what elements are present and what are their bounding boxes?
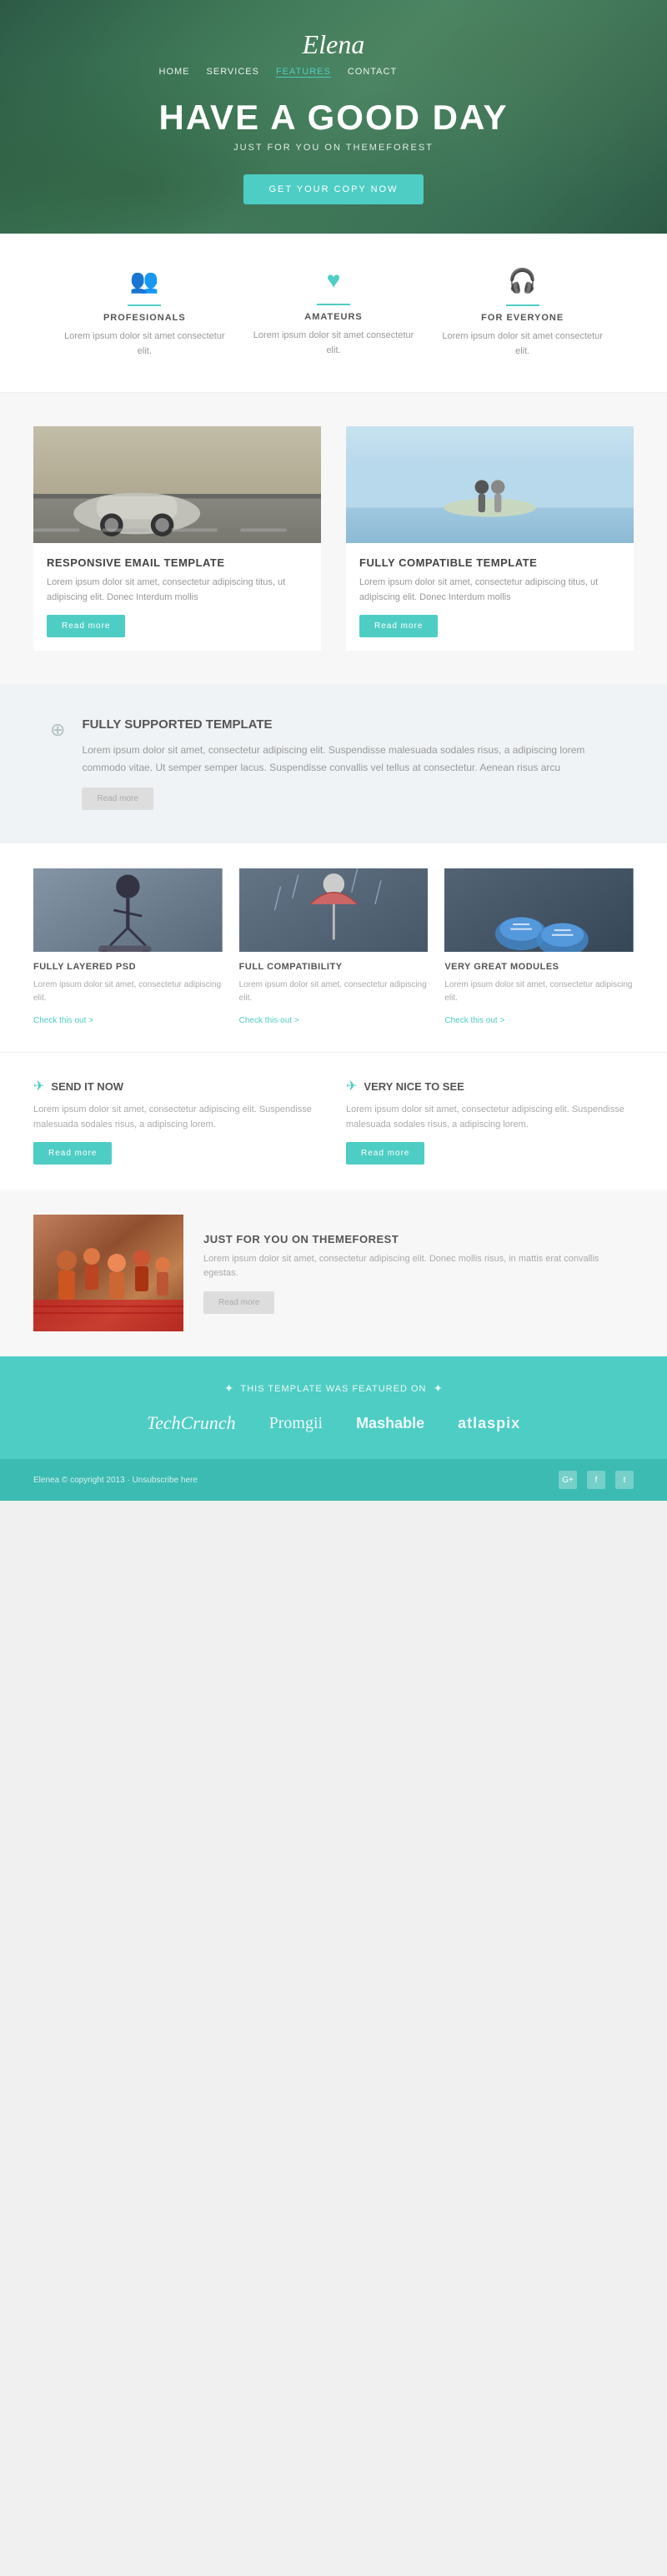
nice-read-more[interactable]: Read more xyxy=(346,1142,424,1165)
full-feature-read-more[interactable]: Read more xyxy=(82,787,153,810)
promgii-logo: Promgii xyxy=(269,1414,323,1433)
feature-amateurs: ♥ AMATEURS Lorem ipsum dolor sit amet co… xyxy=(239,267,429,359)
featured-logos: TechCrunch Promgii Mashable atlaspix xyxy=(33,1412,634,1434)
feature-title-everyone: FOR EVERYONE xyxy=(440,313,604,323)
col1-link[interactable]: Check this out > xyxy=(33,1016,93,1025)
everyone-icon: 🎧 xyxy=(440,267,604,294)
two-text-section: ✈ SEND IT NOW Lorem ipsum dolor sit amet… xyxy=(0,1052,667,1190)
three-col-section: FULLY LAYERED PSD Lorem ipsum dolor sit … xyxy=(0,843,667,1052)
supported-icon: ⊕ xyxy=(50,719,65,741)
feature-text-everyone: Lorem ipsum dolor sit amet consectetur e… xyxy=(440,330,604,359)
hero-title: HAVE A GOOD DAY xyxy=(159,98,509,138)
card2-title: FULLY COMPATIBLE TEMPLATE xyxy=(359,556,620,569)
mashable-logo: Mashable xyxy=(356,1415,424,1432)
logo: Elena xyxy=(159,29,509,60)
atlaspix-logo: atlaspix xyxy=(458,1415,520,1432)
bottom-footer: Elenea © copyright 2013 · Unsubscribe he… xyxy=(0,1459,667,1501)
card2-read-more[interactable]: Read more xyxy=(359,615,438,637)
nav-features[interactable]: FEATURES xyxy=(276,67,331,78)
feature-text-professionals: Lorem ipsum dolor sit amet consectetur e… xyxy=(63,330,227,359)
google-plus-icon[interactable]: G+ xyxy=(559,1471,577,1489)
card1-text: Lorem ipsum dolor sit amet, consectetur … xyxy=(47,576,308,605)
col3-text: Lorem ipsum dolor sit amet, consectetur … xyxy=(444,979,634,1005)
col-modules: VERY GREAT MODULES Lorem ipsum dolor sit… xyxy=(444,868,634,1027)
nice-title: VERY NICE TO SEE xyxy=(364,1080,464,1093)
col-compatibility: FULL COMPATIBILITY Lorem ipsum dolor sit… xyxy=(239,868,429,1027)
star-icon: ✦ xyxy=(224,1381,234,1396)
col2-link[interactable]: Check this out > xyxy=(239,1016,299,1025)
hero-subtitle: JUST FOR YOU ON THEMEFOREST xyxy=(159,143,509,153)
beach-image xyxy=(346,426,634,543)
nice-icon: ✈ xyxy=(346,1078,357,1094)
full-feature-section: ⊕ FULLY SUPPORTED TEMPLATE Lorem ipsum d… xyxy=(0,684,667,843)
feature-professionals: 👥 PROFESIONALS Lorem ipsum dolor sit ame… xyxy=(50,267,239,359)
col2-text: Lorem ipsum dolor sit amet, consectetur … xyxy=(239,979,429,1005)
img-text-title: JUST FOR YOU ON THEMEFOREST xyxy=(203,1233,634,1245)
cards-section: RESPONSIVE EMAIL TEMPLATE Lorem ipsum do… xyxy=(0,393,667,684)
feature-text-amateurs: Lorem ipsum dolor sit amet consectetur e… xyxy=(252,329,416,358)
nav-home[interactable]: HOME xyxy=(159,67,190,78)
img-text-section: JUST FOR YOU ON THEMEFOREST Lorem ipsum … xyxy=(0,1190,667,1356)
text-block-nice: ✈ VERY NICE TO SEE Lorem ipsum dolor sit… xyxy=(346,1078,634,1165)
full-feature-text: Lorem ipsum dolor sit amet, consectetur … xyxy=(82,742,617,776)
send-read-more[interactable]: Read more xyxy=(33,1142,112,1165)
card2-text: Lorem ipsum dolor sit amet, consectetur … xyxy=(359,576,620,605)
col-layered-psd: FULLY LAYERED PSD Lorem ipsum dolor sit … xyxy=(33,868,223,1027)
card1-title: RESPONSIVE EMAIL TEMPLATE xyxy=(47,556,308,569)
social-icons: G+ f t xyxy=(559,1471,634,1489)
send-icon: ✈ xyxy=(33,1078,44,1094)
techcrunch-logo: TechCrunch xyxy=(147,1412,236,1434)
features-section: 👥 PROFESIONALS Lorem ipsum dolor sit ame… xyxy=(0,234,667,393)
img-text-read-more[interactable]: Read more xyxy=(203,1291,274,1314)
text-block-send: ✈ SEND IT NOW Lorem ipsum dolor sit amet… xyxy=(33,1078,321,1165)
img-text-body: Lorem ipsum dolor sit amet, consectetur … xyxy=(203,1252,634,1281)
card-compatible: FULLY COMPATIBLE TEMPLATE Lorem ipsum do… xyxy=(346,426,634,651)
main-nav: HOME SERVICES FEATURES CONTACT xyxy=(159,67,509,78)
card1-read-more[interactable]: Read more xyxy=(47,615,125,637)
crowd-image xyxy=(33,1215,183,1331)
col3-title: VERY GREAT MODULES xyxy=(444,962,634,972)
cta-button[interactable]: GET YOUR COPY NOW xyxy=(243,174,423,204)
send-title: SEND IT NOW xyxy=(51,1080,123,1093)
nav-services[interactable]: SERVICES xyxy=(207,67,259,78)
star-icon-right: ✦ xyxy=(433,1381,443,1396)
twitter-icon[interactable]: t xyxy=(615,1471,634,1489)
featured-label: THIS TEMPLATE WAS FEATURED ON xyxy=(241,1384,427,1394)
footer-featured-section: ✦ THIS TEMPLATE WAS FEATURED ON ✦ TechCr… xyxy=(0,1356,667,1459)
feature-title-professionals: PROFESIONALS xyxy=(63,313,227,323)
facebook-icon[interactable]: f xyxy=(587,1471,605,1489)
send-text: Lorem ipsum dolor sit amet, consectetur … xyxy=(33,1103,321,1132)
footer-copyright: Elenea © copyright 2013 · Unsubscribe he… xyxy=(33,1476,198,1485)
amateurs-icon: ♥ xyxy=(252,267,416,294)
feature-title-amateurs: AMATEURS xyxy=(252,312,416,322)
car-image xyxy=(33,426,321,543)
col1-text: Lorem ipsum dolor sit amet, consectetur … xyxy=(33,979,223,1005)
col3-link[interactable]: Check this out > xyxy=(444,1016,504,1025)
professionals-icon: 👥 xyxy=(63,267,227,294)
nice-text: Lorem ipsum dolor sit amet, consectetur … xyxy=(346,1103,634,1132)
nav-contact[interactable]: CONTACT xyxy=(348,67,397,78)
card-responsive: RESPONSIVE EMAIL TEMPLATE Lorem ipsum do… xyxy=(33,426,321,651)
col1-title: FULLY LAYERED PSD xyxy=(33,962,223,972)
col2-title: FULL COMPATIBILITY xyxy=(239,962,429,972)
feature-everyone: 🎧 FOR EVERYONE Lorem ipsum dolor sit ame… xyxy=(428,267,617,359)
hero-section: Elena HOME SERVICES FEATURES CONTACT HAV… xyxy=(0,0,667,234)
full-feature-title: FULLY SUPPORTED TEMPLATE xyxy=(82,717,617,732)
